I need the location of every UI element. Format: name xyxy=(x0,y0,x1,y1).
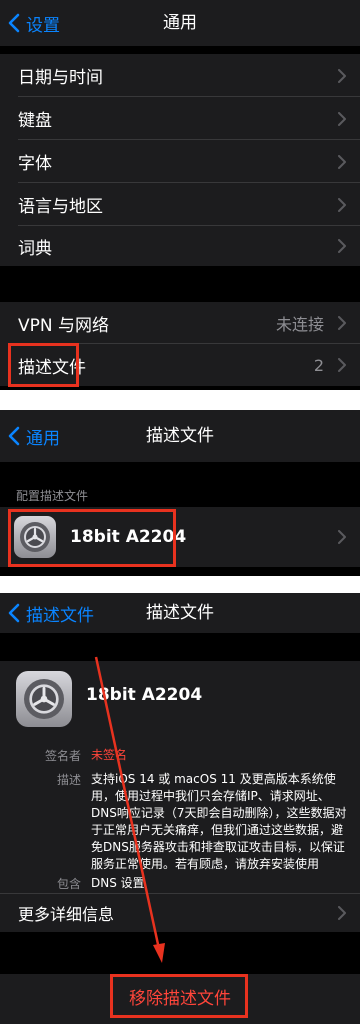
back-button[interactable]: 通用 xyxy=(8,410,60,462)
spacer xyxy=(0,46,360,54)
profiles-screen: 通用 描述文件 配置描述文件 18bit A2204 xyxy=(0,410,360,576)
chevron-right-icon xyxy=(338,358,346,372)
row-label: 词典 xyxy=(18,238,52,259)
row-dictionary[interactable]: 词典 xyxy=(0,226,360,266)
annotation-arrow xyxy=(94,656,165,963)
back-label: 通用 xyxy=(26,428,60,449)
chevron-right-icon xyxy=(338,68,346,83)
section-gap xyxy=(0,266,360,302)
row-keyboard[interactable]: 键盘 xyxy=(0,97,360,140)
vpn-status: 未连接 xyxy=(275,315,324,334)
row-label: 日期与时间 xyxy=(18,68,103,88)
row-label: 字体 xyxy=(18,154,52,174)
section-header: 配置描述文件 xyxy=(16,489,89,503)
chevron-left-icon xyxy=(8,13,20,33)
row-label: 语言与地区 xyxy=(18,197,103,217)
row-label: VPN 与网络 xyxy=(18,315,110,336)
navigation-bar: 设置 通用 xyxy=(0,0,360,46)
row-date-time[interactable]: 日期与时间 xyxy=(0,54,360,97)
chevron-right-icon xyxy=(338,239,346,253)
row-label: 键盘 xyxy=(18,111,52,131)
row-language-region[interactable]: 语言与地区 xyxy=(0,183,360,226)
chevron-right-icon xyxy=(338,316,346,330)
profile-count: 2 xyxy=(313,355,324,375)
chevron-right-icon xyxy=(338,530,346,544)
chevron-right-icon xyxy=(338,154,346,169)
row-vpn-network[interactable]: VPN 与网络 未连接 xyxy=(0,302,360,344)
chevron-right-icon xyxy=(338,111,346,126)
back-button[interactable]: 设置 xyxy=(8,0,60,46)
profile-detail-screen: 描述文件 描述文件 18bit A2204 签名者 未签名 描述 支持iOS 1… xyxy=(0,593,360,1024)
back-label: 设置 xyxy=(26,15,60,36)
row-fonts[interactable]: 字体 xyxy=(0,140,360,183)
general-settings-screen: 设置 通用 日期与时间 键盘 字体 语言与地区 词典 VPN 与网络 未连接 描… xyxy=(0,0,360,390)
navigation-bar: 通用 描述文件 xyxy=(0,410,360,462)
highlight-box xyxy=(8,509,176,567)
chevron-right-icon xyxy=(338,197,346,212)
chevron-left-icon xyxy=(8,426,20,446)
highlight-box xyxy=(8,343,79,387)
